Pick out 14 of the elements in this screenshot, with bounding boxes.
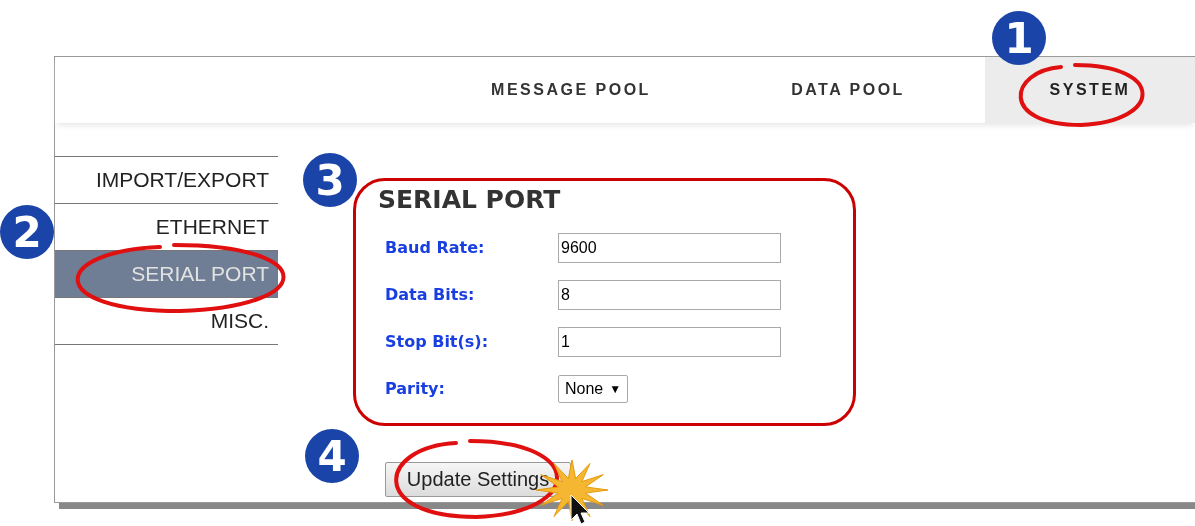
field-label: Parity: <box>385 379 446 398</box>
nav-tab[interactable]: DATA POOL <box>711 57 985 123</box>
field-label: Baud Rate: <box>385 238 486 257</box>
section-title: SERIAL PORT <box>378 185 562 214</box>
field-label: Data Bits: <box>385 285 476 304</box>
dropdown[interactable]: None ▼ <box>558 374 629 403</box>
step-badge: 2 <box>0 205 54 259</box>
nav-tab[interactable]: MESSAGE POOL <box>431 57 711 123</box>
input-field[interactable]: 1 <box>558 326 781 357</box>
field-label: Stop Bit(s): <box>385 332 490 351</box>
input-field[interactable]: 9600 <box>558 232 781 263</box>
input-field[interactable]: 8 <box>558 279 781 310</box>
step-badge: 1 <box>992 11 1046 65</box>
nav-tab[interactable]: SYSTEM <box>985 57 1195 123</box>
